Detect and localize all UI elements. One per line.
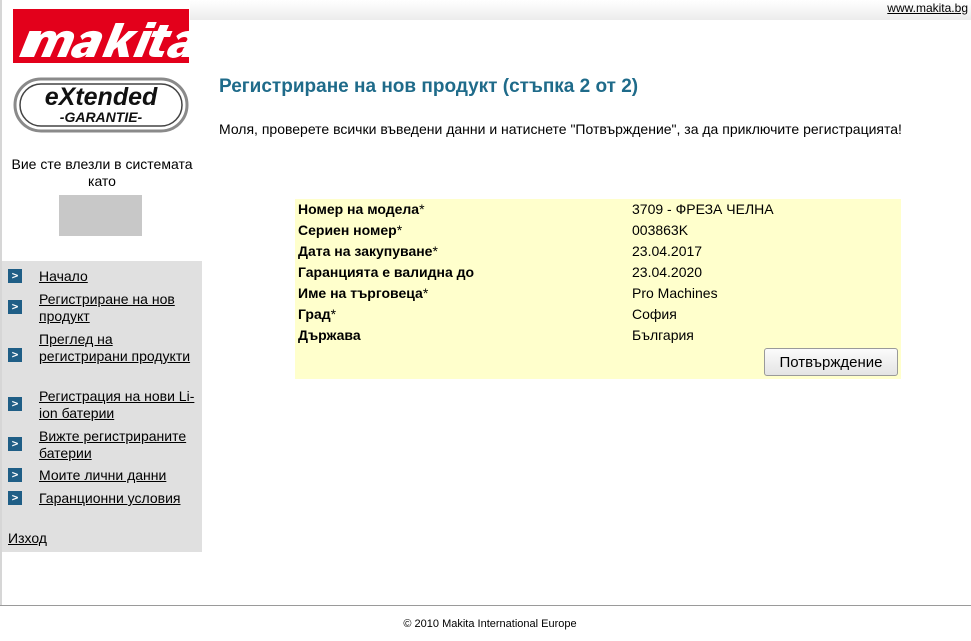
table-row: Номер на модела* 3709 - ФРЕЗА ЧЕЛНА <box>295 199 901 220</box>
page: www.makita.bg eXtended -GARANTIE- Вие ст… <box>0 0 971 641</box>
row-label: Име на търговеца* <box>298 285 429 301</box>
row-value: 23.04.2017 <box>632 243 703 259</box>
confirm-button[interactable]: Потвърждение <box>764 348 898 376</box>
extended-logo-line2: -GARANTIE- <box>60 109 143 125</box>
sidebar-nav: > Начало > Регистриране на нов продукт >… <box>2 261 202 552</box>
sidebar-item-label[interactable]: Моите лични данни <box>39 467 199 484</box>
sidebar-item-label[interactable]: Вижте регистрираните батерии <box>39 428 199 462</box>
chevron-right-icon: > <box>8 269 22 283</box>
row-label: Сериен номер* <box>298 222 403 238</box>
sidebar-item-label[interactable]: Преглед на регистрирани продукти <box>39 331 199 365</box>
sidebar-item-label[interactable]: Регистрация на нови Li-ion батерии <box>39 388 199 422</box>
extended-garantie-badge-icon: eXtended -GARANTIE- <box>13 77 189 133</box>
chevron-right-icon: > <box>8 437 22 451</box>
makita-logo <box>13 9 189 71</box>
logged-in-text: Вие сте влезли в системата като <box>11 156 193 189</box>
row-value: България <box>632 327 694 343</box>
top-bar: www.makita.bg <box>190 0 971 20</box>
table-row: Дата на закупуване* 23.04.2017 <box>295 241 901 262</box>
sidebar-item-label[interactable]: Регистриране на нов продукт <box>39 291 199 325</box>
extended-garantie-logo: eXtended -GARANTIE- <box>13 77 189 133</box>
row-value: 3709 - ФРЕЗА ЧЕЛНА <box>632 201 774 217</box>
sidebar-item-label[interactable]: Начало <box>39 268 199 285</box>
row-value: 003863K <box>632 222 689 238</box>
row-value: 23.04.2020 <box>632 264 703 280</box>
chevron-right-icon: > <box>8 397 22 411</box>
site-link[interactable]: www.makita.bg <box>887 1 968 15</box>
row-label: Дата на закупуване* <box>298 243 438 259</box>
table-row: Гаранцията е валидна до 23.04.2020 <box>295 262 901 283</box>
footer-divider <box>0 605 971 606</box>
table-row: Град* София <box>295 304 901 325</box>
user-avatar <box>59 195 142 236</box>
row-value: Pro Machines <box>632 285 718 301</box>
makita-wordmark-icon <box>13 22 189 71</box>
table-row: Държава България <box>295 325 901 346</box>
extended-logo-line1: eXtended <box>45 83 158 111</box>
row-label: Номер на модела* <box>298 201 425 217</box>
row-value: София <box>632 306 677 322</box>
page-title: Регистриране на нов продукт (стъпка 2 от… <box>219 76 639 97</box>
row-label: Гаранцията е валидна до <box>298 264 475 280</box>
product-summary-table: Номер на модела* 3709 - ФРЕЗА ЧЕЛНА Сери… <box>295 199 901 379</box>
footer-copyright: © 2010 Makita International Europe <box>403 618 577 630</box>
chevron-right-icon: > <box>8 468 22 482</box>
chevron-right-icon: > <box>8 491 22 505</box>
row-label: Държава <box>298 327 361 343</box>
table-row: Сериен номер* 003863K <box>295 220 901 241</box>
table-row: Име на търговеца* Pro Machines <box>295 283 901 304</box>
row-label: Град* <box>298 306 337 322</box>
sidebar-item-label[interactable]: Гаранционни условия <box>39 490 199 507</box>
logout-link[interactable]: Изход <box>8 530 47 546</box>
chevron-right-icon: > <box>8 348 22 362</box>
instruction-text: Моля, проверете всички въведени данни и … <box>219 121 902 137</box>
chevron-right-icon: > <box>8 300 22 314</box>
